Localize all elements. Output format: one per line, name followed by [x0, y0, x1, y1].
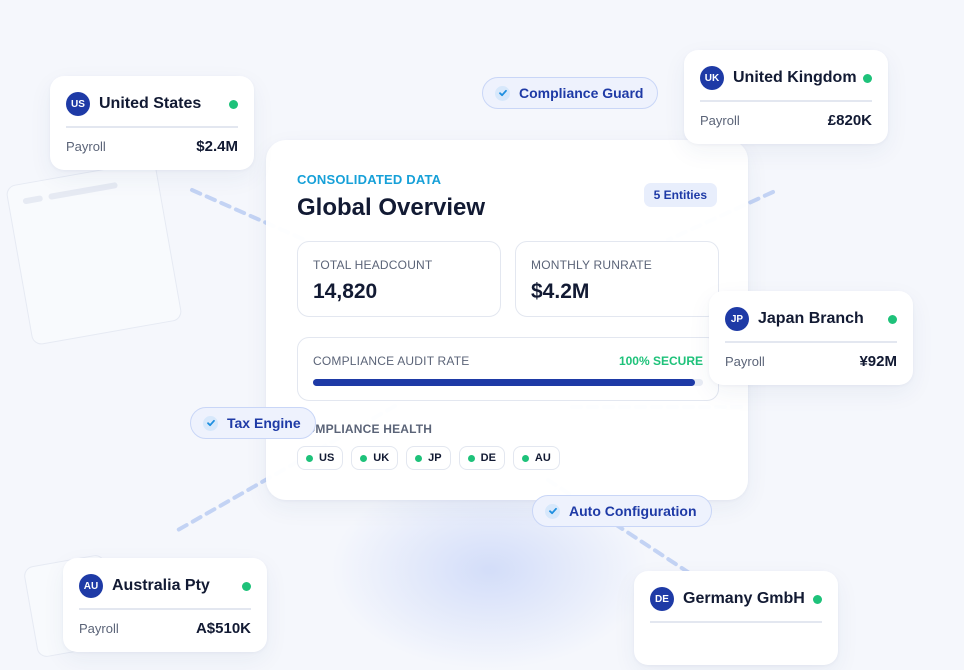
payroll-label: Payroll	[79, 621, 119, 636]
status-dot-icon	[415, 454, 423, 462]
entity-card-japan-branch[interactable]: JP Japan Branch Payroll ¥92M	[709, 291, 913, 385]
compliance-health-chips: US UK JP DE AU	[297, 446, 560, 470]
country-badge: UK	[700, 66, 724, 90]
status-dot-icon	[229, 99, 238, 109]
health-chip-au[interactable]: AU	[512, 446, 560, 470]
tag-label: Compliance Guard	[519, 85, 644, 101]
divider	[650, 621, 822, 623]
country-badge: DE	[650, 587, 674, 611]
check-badge-icon	[495, 85, 510, 101]
tax-engine-tag[interactable]: Tax Engine	[190, 407, 316, 439]
payroll-value: £820K	[827, 112, 872, 129]
compliance-health-label: COMPLIANCE HEALTH	[297, 422, 433, 436]
tag-label: Tax Engine	[227, 415, 301, 431]
status-dot-icon	[521, 454, 529, 462]
overview-eyebrow: CONSOLIDATED DATA	[297, 172, 442, 187]
country-badge: JP	[725, 307, 749, 331]
entity-name: United States	[99, 95, 202, 112]
audit-status: 100% SECURE	[618, 354, 703, 368]
runrate-value: $4.2M	[531, 280, 590, 303]
divider	[725, 341, 897, 343]
auto-configuration-tag[interactable]: Auto Configuration	[532, 495, 712, 527]
runrate-label: MONTHLY RUNRATE	[531, 258, 653, 272]
compliance-guard-tag[interactable]: Compliance Guard	[482, 77, 659, 109]
divider	[79, 608, 251, 610]
payroll-value: ¥92M	[859, 353, 897, 370]
status-dot-icon	[306, 454, 313, 462]
entity-name: Germany GmbH	[683, 590, 805, 607]
chip-label: UK	[373, 452, 390, 464]
entity-name: Japan Branch	[758, 310, 864, 327]
payroll-label: Payroll	[725, 354, 765, 369]
monthly-runrate-stat: MONTHLY RUNRATE $4.2M	[515, 241, 719, 317]
payroll-value: $2.4M	[196, 138, 238, 155]
payroll-label: Payroll	[66, 139, 106, 154]
audit-label: COMPLIANCE AUDIT RATE	[313, 354, 470, 368]
overview-title: Global Overview	[297, 194, 486, 221]
chip-label: JP	[428, 452, 442, 464]
tag-label: Auto Configuration	[569, 503, 697, 519]
payroll-value: A$510K	[195, 620, 251, 637]
chip-label: AU	[534, 452, 551, 464]
divider	[66, 126, 238, 128]
entity-card-germany-gmbh[interactable]: DE Germany GmbH	[634, 571, 838, 665]
entity-card-united-kingdom[interactable]: UK United Kingdom Payroll £820K	[684, 50, 888, 144]
audit-progress-track	[313, 379, 703, 386]
chip-label: DE	[480, 452, 496, 464]
chip-label: US	[319, 452, 335, 464]
check-badge-icon	[203, 415, 218, 431]
divider	[700, 100, 872, 102]
audit-progress-fill	[313, 379, 696, 386]
country-badge: US	[66, 92, 90, 116]
status-dot-icon	[863, 73, 872, 83]
entity-card-australia-pty[interactable]: AU Australia Pty Payroll A$510K	[63, 558, 267, 652]
entity-name: Australia Pty	[112, 577, 210, 594]
country-badge: AU	[79, 574, 103, 598]
status-dot-icon	[242, 581, 251, 591]
compliance-audit-panel: COMPLIANCE AUDIT RATE 100% SECURE	[297, 337, 719, 401]
entity-card-united-states[interactable]: US United States Payroll $2.4M	[50, 76, 254, 170]
health-chip-de[interactable]: DE	[458, 446, 505, 470]
headcount-value: 14,820	[313, 280, 378, 303]
entities-count-badge[interactable]: 5 Entities	[643, 183, 717, 207]
health-chip-jp[interactable]: JP	[406, 446, 451, 470]
entity-name: United Kingdom	[733, 69, 857, 86]
check-badge-icon	[545, 503, 560, 519]
headcount-label: TOTAL HEADCOUNT	[313, 258, 433, 272]
status-dot-icon	[813, 594, 822, 604]
health-chip-uk[interactable]: UK	[351, 446, 399, 470]
health-chip-us[interactable]: US	[297, 446, 344, 470]
global-overview-card: CONSOLIDATED DATA Global Overview 5 Enti…	[266, 140, 748, 500]
status-dot-icon	[467, 454, 475, 462]
status-dot-icon	[360, 454, 368, 462]
total-headcount-stat: TOTAL HEADCOUNT 14,820	[297, 241, 501, 317]
status-dot-icon	[888, 314, 897, 324]
payroll-label: Payroll	[700, 113, 740, 128]
